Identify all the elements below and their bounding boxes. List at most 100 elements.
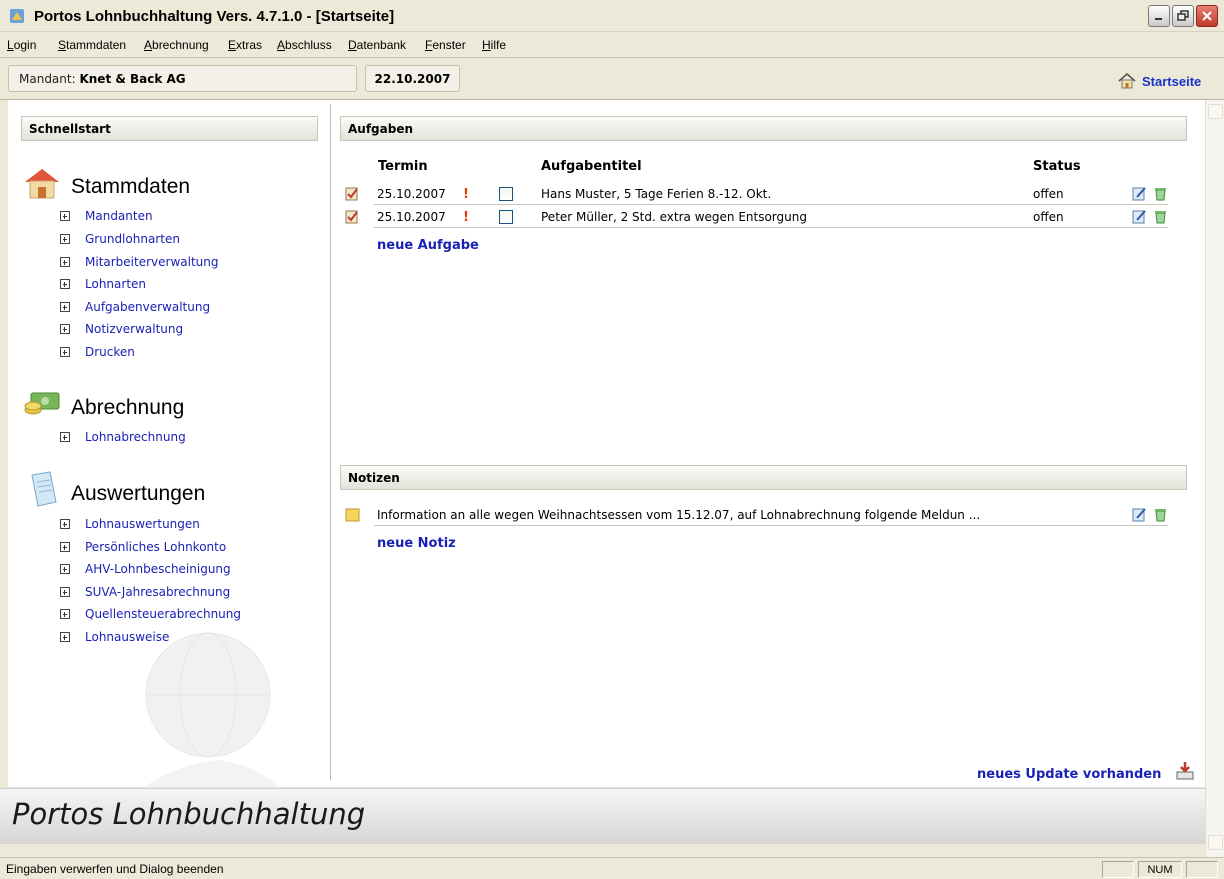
mandant-name: Knet & Back AG — [79, 72, 186, 86]
menu-login[interactable]: Login — [7, 38, 36, 52]
globe-watermark-icon — [144, 632, 280, 787]
task-done-checkbox[interactable] — [499, 210, 513, 224]
home-link-label[interactable]: Startseite — [1142, 74, 1201, 89]
priority-icon: ! — [463, 187, 469, 202]
expand-icon — [60, 432, 70, 442]
expand-icon — [60, 587, 70, 597]
update-link[interactable]: neues Update vorhanden — [977, 767, 1161, 782]
menu-datenbank[interactable]: Datenbank — [348, 38, 406, 52]
note-row[interactable]: Information an alle wegen Weihnachtsesse… — [345, 504, 1168, 527]
delete-icon[interactable] — [1153, 186, 1168, 201]
nav-item-label[interactable]: Drucken — [85, 345, 135, 359]
note-icon — [345, 508, 360, 522]
section-title-auswertungen: Auswertungen — [71, 482, 206, 505]
task-status: offen — [1033, 187, 1064, 201]
panel-divider — [330, 104, 331, 780]
scroll-down-icon[interactable] — [1208, 835, 1223, 850]
edit-icon[interactable] — [1132, 186, 1147, 201]
nav-item-label[interactable]: Notizverwaltung — [85, 322, 183, 336]
task-row[interactable]: 25.10.2007 ! Peter Müller, 2 Std. extra … — [345, 206, 1168, 229]
nav-item-label[interactable]: Persönliches Lohnkonto — [85, 540, 226, 554]
brand-footer: Portos Lohnbuchhaltung — [0, 788, 1205, 844]
mandant-field: Mandant: Knet & Back AG — [8, 65, 357, 92]
aufgaben-header: Aufgaben — [340, 116, 1187, 141]
column-header-termin: Termin — [378, 159, 428, 174]
expand-icon — [60, 234, 70, 244]
menu-fenster[interactable]: Fenster — [425, 38, 466, 52]
task-row[interactable]: 25.10.2007 ! Hans Muster, 5 Tage Ferien … — [345, 183, 1168, 206]
edit-icon[interactable] — [1132, 209, 1147, 224]
status-bar: Eingaben verwerfen und Dialog beenden NU… — [0, 857, 1224, 879]
nav-item-label[interactable]: AHV-Lohnbescheinigung — [85, 562, 231, 576]
delete-icon[interactable] — [1153, 507, 1168, 522]
new-task-link[interactable]: neue Aufgabe — [377, 238, 479, 253]
status-cell-empty — [1186, 861, 1218, 878]
nav-item-label[interactable]: Quellensteuerabrechnung — [85, 607, 241, 621]
task-icon — [345, 210, 358, 224]
expand-icon — [60, 257, 70, 267]
menu-hilfe[interactable]: Hilfe — [482, 38, 506, 52]
menu-extras[interactable]: Extras — [228, 38, 262, 52]
title-bar: Portos Lohnbuchhaltung Vers. 4.7.1.0 - [… — [0, 0, 1224, 32]
minimize-button[interactable] — [1148, 5, 1170, 27]
task-date: 25.10.2007 — [377, 210, 446, 224]
house-icon — [25, 169, 59, 199]
vertical-scrollbar[interactable] — [1205, 100, 1224, 857]
new-note-link[interactable]: neue Notiz — [377, 536, 456, 551]
section-title-stammdaten: Stammdaten — [71, 175, 191, 198]
download-icon[interactable] — [1175, 761, 1195, 781]
nav-item-label[interactable]: Aufgabenverwaltung — [85, 300, 210, 314]
menu-stammdaten[interactable]: Stammdaten — [58, 38, 126, 52]
menu-abschluss[interactable]: Abschluss — [277, 38, 332, 52]
nav-item-label[interactable]: Mitarbeiterverwaltung — [85, 255, 219, 269]
task-title[interactable]: Hans Muster, 5 Tage Ferien 8.-12. Okt. — [541, 187, 771, 201]
scroll-up-icon[interactable] — [1208, 104, 1223, 119]
expand-icon — [60, 609, 70, 619]
document-icon — [31, 471, 57, 507]
nav-item-label[interactable]: Lohnauswertungen — [85, 517, 200, 531]
expand-icon — [60, 279, 70, 289]
close-icon — [1202, 11, 1212, 21]
nav-item-label[interactable]: Mandanten — [85, 209, 153, 223]
footer-brand-text: Portos Lohnbuchhaltung — [12, 797, 366, 831]
nav-item-label[interactable]: SUVA-Jahresabrechnung — [85, 585, 230, 599]
mandant-label: Mandant: — [19, 72, 76, 86]
restore-icon — [1177, 10, 1189, 21]
task-status: offen — [1033, 210, 1064, 224]
status-text: Eingaben verwerfen und Dialog beenden — [6, 862, 224, 876]
nav-item-label[interactable]: Lohnarten — [85, 277, 146, 291]
task-date: 25.10.2007 — [377, 187, 446, 201]
expand-icon — [60, 347, 70, 357]
home-icon — [1118, 73, 1136, 89]
expand-icon — [60, 564, 70, 574]
status-cell-num: NUM — [1138, 861, 1182, 878]
task-title[interactable]: Peter Müller, 2 Std. extra wegen Entsorg… — [541, 210, 807, 224]
delete-icon[interactable] — [1153, 209, 1168, 224]
menu-abrechnung[interactable]: Abrechnung — [144, 38, 209, 52]
task-done-checkbox[interactable] — [499, 187, 513, 201]
money-icon — [24, 392, 60, 415]
minimize-icon — [1155, 18, 1162, 20]
current-date: 22.10.2007 — [365, 65, 460, 92]
schnellstart-header: Schnellstart — [21, 116, 318, 141]
expand-icon — [60, 324, 70, 334]
row-separator — [374, 204, 1168, 205]
nav-item-label[interactable]: Grundlohnarten — [85, 232, 180, 246]
edit-icon[interactable] — [1132, 507, 1147, 522]
note-text[interactable]: Information an alle wegen Weihnachtsesse… — [377, 508, 980, 522]
notizen-header: Notizen — [340, 465, 1187, 490]
nav-item-label[interactable]: Lohnabrechnung — [85, 430, 186, 444]
expand-icon — [60, 542, 70, 552]
restore-button[interactable] — [1172, 5, 1194, 27]
nav-item-label[interactable]: Lohnausweise — [85, 630, 169, 644]
menu-bar: Login Stammdaten Abrechnung Extras Absch… — [0, 32, 1224, 58]
mandant-bar: Mandant: Knet & Back AG 22.10.2007 Start… — [0, 58, 1224, 100]
expand-icon — [60, 632, 70, 642]
close-button[interactable] — [1196, 5, 1218, 27]
app-icon — [10, 9, 24, 23]
expand-icon — [60, 302, 70, 312]
status-cell-empty — [1102, 861, 1134, 878]
expand-icon — [60, 519, 70, 529]
main-content: Schnellstart Stammdaten Mandanten Grundl… — [8, 100, 1205, 787]
row-separator — [374, 525, 1168, 526]
